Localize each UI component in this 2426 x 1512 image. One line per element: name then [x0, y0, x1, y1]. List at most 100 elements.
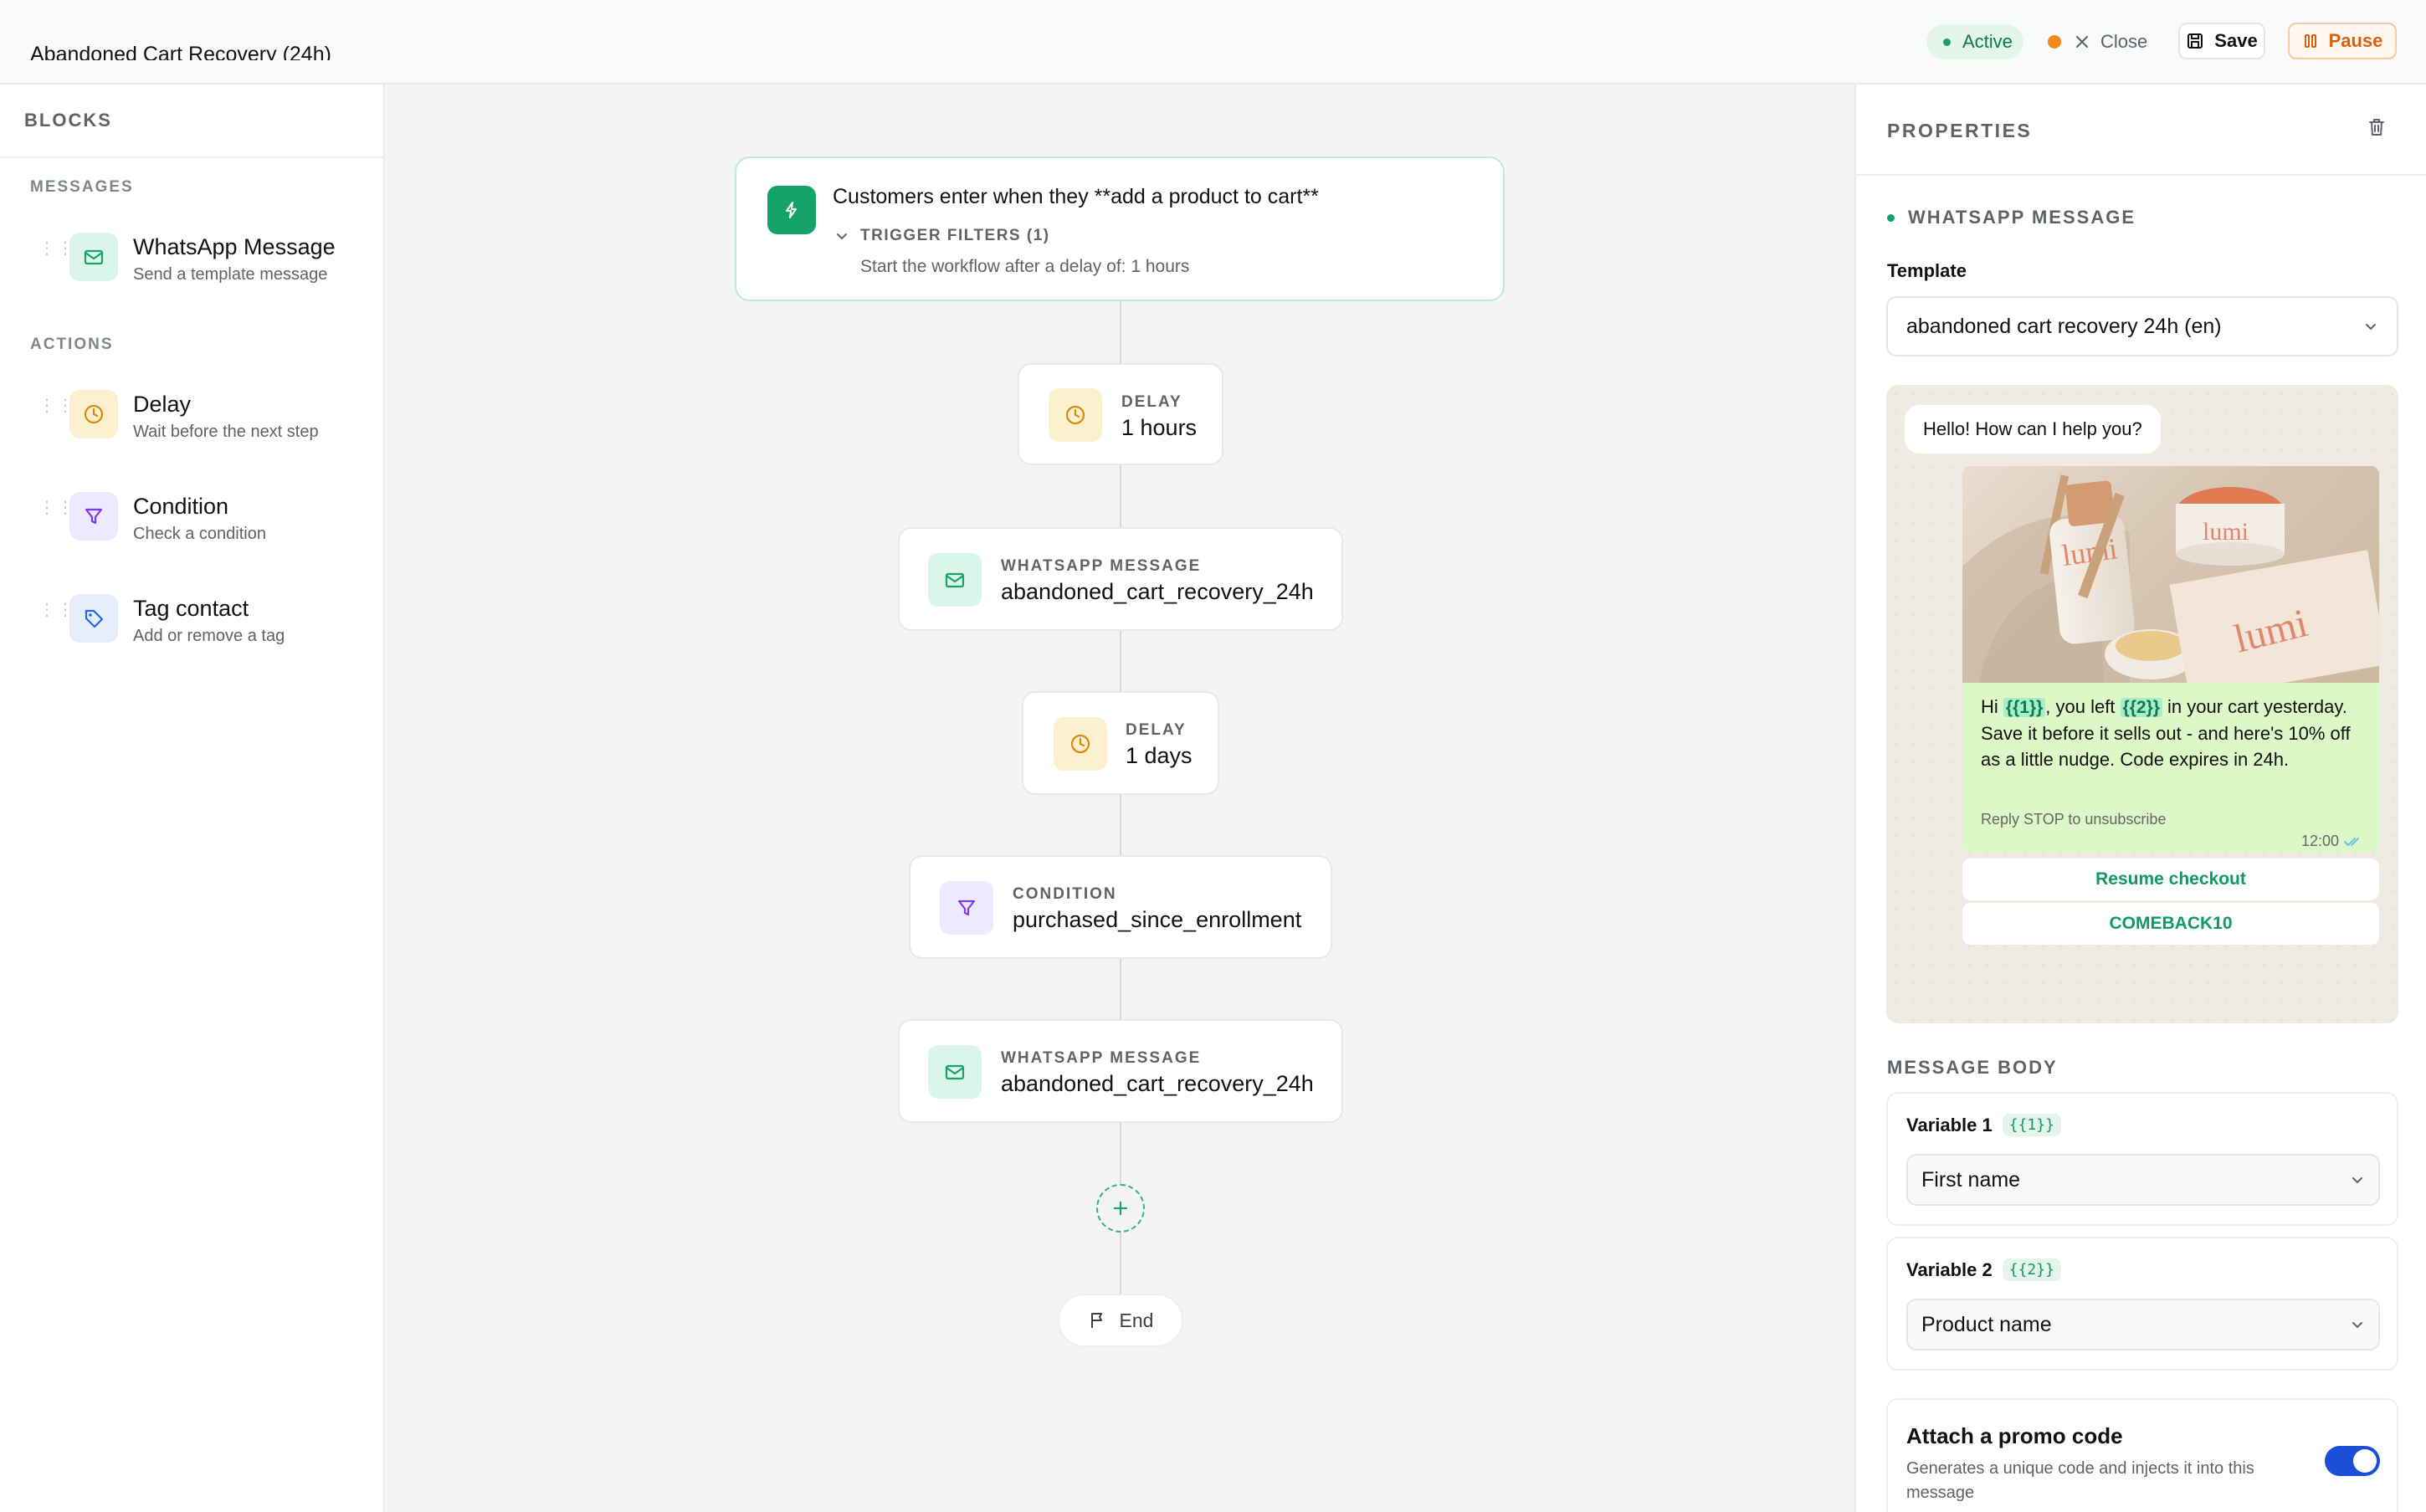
block-item-name: Tag contact — [133, 596, 249, 621]
block-item-tag-contact[interactable]: ⋮⋮ Tag contact Add or remove a tag — [33, 588, 368, 655]
properties-title: PROPERTIES — [1887, 120, 2033, 141]
node-type-label: WHATSAPP MESSAGE — [1001, 557, 1202, 575]
variable-select-value: Product name — [1921, 1312, 2052, 1336]
promo-title: Attach a promo code — [1906, 1423, 2123, 1448]
node-type-label: WHATSAPP MESSAGE — [1001, 1049, 1202, 1067]
close-button[interactable]: Close — [2074, 25, 2147, 59]
variable-label: Variable 2 {{2}} — [1906, 1258, 2061, 1281]
chevron-down-icon — [2352, 1177, 2362, 1184]
properties-panel: PROPERTIES WHATSAPP MESSAGE Template aba… — [1854, 85, 2426, 1512]
filter-icon — [940, 881, 993, 935]
whatsapp-message-node[interactable]: WHATSAPP MESSAGE abandoned_cart_recovery… — [898, 527, 1343, 631]
delay-node[interactable]: DELAY 1 days — [1022, 691, 1219, 795]
template-label: Template — [1887, 260, 1967, 281]
variable-label: Variable 1 {{1}} — [1906, 1114, 2061, 1136]
section-label-messages: MESSAGES — [30, 178, 134, 196]
status-badge: Active — [1926, 24, 2023, 59]
block-item-desc: Add or remove a tag — [133, 627, 285, 645]
variable-chip: {{1}} — [2002, 1114, 2061, 1136]
node-value: abandoned_cart_recovery_24h — [1001, 579, 1314, 604]
condition-node[interactable]: CONDITION purchased_since_enrollment — [909, 855, 1332, 959]
status-label: Active — [1962, 31, 2013, 52]
block-item-whatsapp-message[interactable]: ⋮⋮ WhatsApp Message Send a template mess… — [33, 227, 368, 294]
variable-select-value: First name — [1921, 1167, 2021, 1192]
message-time: 12:00 — [2301, 833, 2362, 850]
message-icon — [928, 1045, 982, 1099]
quick-reply-button[interactable]: Resume checkout — [1962, 859, 2379, 900]
close-icon — [2076, 36, 2088, 48]
tag-icon — [69, 594, 118, 643]
end-label: End — [1119, 1309, 1154, 1331]
save-label: Save — [2214, 30, 2258, 51]
sidebar-title: BLOCKS — [24, 110, 112, 131]
save-button[interactable]: Save — [2178, 23, 2265, 59]
add-step-button[interactable] — [1096, 1184, 1145, 1233]
message-icon — [928, 553, 982, 607]
node-value: 1 hours — [1121, 415, 1198, 440]
block-item-name: Delay — [133, 392, 192, 417]
plus-icon — [1113, 1201, 1128, 1216]
chevron-down-icon — [837, 233, 847, 240]
variable-name: Variable 1 — [1906, 1114, 1993, 1135]
panel-divider — [1856, 174, 2426, 176]
trash-icon[interactable] — [2367, 116, 2387, 138]
block-item-delay[interactable]: ⋮⋮ Delay Wait before the next step — [33, 384, 368, 451]
node-type-label: CONDITION — [1013, 885, 1117, 903]
close-label: Close — [2100, 31, 2148, 52]
save-icon — [2188, 33, 2203, 49]
block-item-desc: Wait before the next step — [133, 423, 319, 441]
trigger-filters-label: TRIGGER FILTERS (1) — [860, 227, 1050, 244]
whatsapp-message-node[interactable]: WHATSAPP MESSAGE abandoned_cart_recovery… — [898, 1019, 1343, 1123]
block-type-label: WHATSAPP MESSAGE — [1887, 207, 2136, 228]
node-value: 1 days — [1126, 743, 1192, 768]
sidebar-divider — [0, 156, 383, 158]
pause-label: Pause — [2328, 30, 2383, 51]
body-text-part: , you left — [2045, 696, 2121, 717]
product-image: lumi lumi lumi — [1962, 466, 2379, 683]
pause-icon — [2304, 34, 2316, 48]
chevron-down-icon — [2366, 324, 2376, 331]
block-item-desc: Send a template message — [133, 265, 328, 284]
variable-chip: {{2}} — [2002, 1258, 2061, 1281]
template-select[interactable]: abandoned cart recovery 24h (en) — [1886, 296, 2398, 356]
block-item-name: Condition — [133, 494, 229, 519]
section-label-actions: ACTIONS — [30, 336, 114, 353]
promo-toggle[interactable] — [2325, 1446, 2380, 1476]
blocks-sidebar: BLOCKS MESSAGES ⋮⋮ WhatsApp Message Send… — [0, 85, 385, 1512]
pause-button[interactable]: Pause — [2288, 23, 2397, 59]
trigger-text: Customers enter when they **add a produc… — [833, 185, 1319, 208]
variable-token: {{2}} — [2120, 698, 2162, 717]
outgoing-message-card: lumi lumi lumi Hi {{1}}, you left {{2}} … — [1962, 466, 2379, 853]
variable-1-select[interactable]: First name — [1906, 1154, 2380, 1206]
message-body-text: Hi {{1}}, you left {{2}} in your cart ye… — [1981, 694, 2366, 772]
promo-description: Generates a unique code and injects it i… — [1906, 1459, 2254, 1502]
delay-node[interactable]: DELAY 1 hours — [1018, 363, 1223, 465]
template-select-value: abandoned cart recovery 24h (en) — [1906, 314, 2222, 338]
trigger-filter-detail: Start the workflow after a delay of: 1 h… — [860, 257, 1190, 276]
clock-icon — [1054, 717, 1107, 771]
node-type-label: DELAY — [1121, 393, 1182, 411]
lightning-icon — [767, 186, 816, 234]
brand-lettering-jar: lumi — [2203, 518, 2249, 546]
unsaved-indicator — [2048, 35, 2061, 49]
message-footer: Reply STOP to unsubscribe — [1981, 811, 2167, 828]
workflow-title[interactable]: Abandoned Cart Recovery (24h) — [30, 40, 331, 60]
promo-code-card: Attach a promo code Generates a unique c… — [1886, 1398, 2398, 1512]
quick-reply-button[interactable]: COMEBACK10 — [1962, 903, 2379, 945]
node-type-label: DELAY — [1126, 721, 1187, 739]
message-icon — [69, 233, 118, 281]
block-type-text: WHATSAPP MESSAGE — [1908, 207, 2136, 228]
variable-name: Variable 2 — [1906, 1258, 1993, 1280]
toggle-knob — [2353, 1449, 2377, 1473]
variable-2-select[interactable]: Product name — [1906, 1299, 2380, 1351]
message-preview: Hello! How can I help you? lumi lumi lum… — [1886, 385, 2398, 1023]
message-body-label: MESSAGE BODY — [1887, 1057, 2058, 1078]
end-node[interactable]: End — [1058, 1294, 1183, 1347]
trigger-node[interactable]: Customers enter when they **add a produc… — [735, 156, 1505, 301]
block-type-dot — [1887, 213, 1895, 222]
block-item-condition[interactable]: ⋮⋮ Condition Check a condition — [33, 486, 368, 553]
trigger-filters-toggle[interactable]: TRIGGER FILTERS (1) — [835, 227, 1050, 245]
clock-icon — [1049, 388, 1102, 442]
status-dot — [1943, 38, 1951, 46]
double-check-icon — [2344, 837, 2359, 846]
